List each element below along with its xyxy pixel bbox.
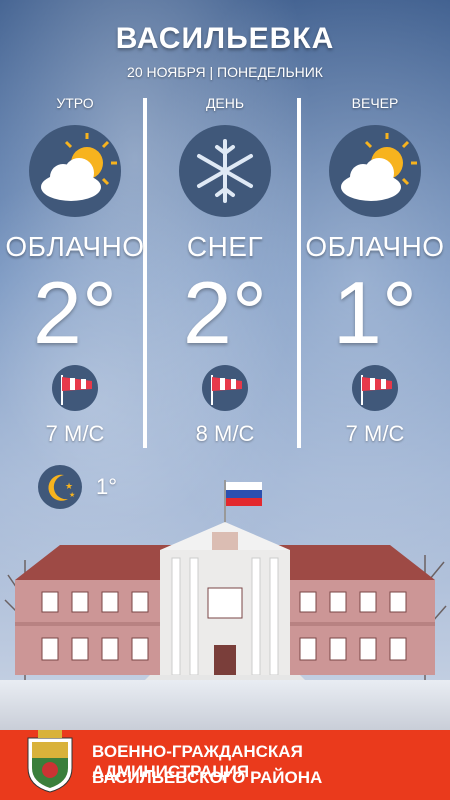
forecast-evening: ВЕЧЕР ОБЛАЧНО 1° 7 М/С <box>300 95 450 447</box>
wind-speed: 8 М/С <box>195 421 255 446</box>
condition-label: ОБЛАЧНО <box>305 231 445 262</box>
partly-cloudy-icon <box>29 125 121 217</box>
temperature-value: 1° <box>332 263 418 362</box>
partly-cloudy-icon <box>329 125 421 217</box>
snow-ground <box>0 680 450 730</box>
wind-speed: 7 М/С <box>345 421 405 446</box>
windsock-icon <box>52 365 98 411</box>
condition-label: ОБЛАЧНО <box>5 231 145 262</box>
date-subtitle: 20 НОЯБРЯ | ПОНЕДЕЛЬНИК <box>127 64 323 80</box>
coat-of-arms-icon <box>22 728 78 794</box>
condition-label: СНЕГ <box>186 231 264 262</box>
windsock-icon <box>202 365 248 411</box>
windsock-icon <box>352 365 398 411</box>
footer-line2: ВАСИЛЬЕВСКОГО РАЙОНА <box>92 768 323 787</box>
period-label: ВЕЧЕР <box>351 95 399 111</box>
period-label: УТРО <box>56 95 94 111</box>
wind-speed: 7 М/С <box>45 421 105 446</box>
temperature-value: 2° <box>182 263 268 362</box>
forecast-morning: УТРО ОБЛАЧНО 2° 7 М/С <box>0 95 150 447</box>
forecast-day: ДЕНЬ СНЕГ 2° 8 М/С <box>150 95 300 447</box>
city-title: ВАСИЛЬЕВКА <box>115 22 335 55</box>
temperature-value: 2° <box>32 263 118 362</box>
snowflake-icon <box>179 125 271 217</box>
period-label: ДЕНЬ <box>205 95 245 111</box>
